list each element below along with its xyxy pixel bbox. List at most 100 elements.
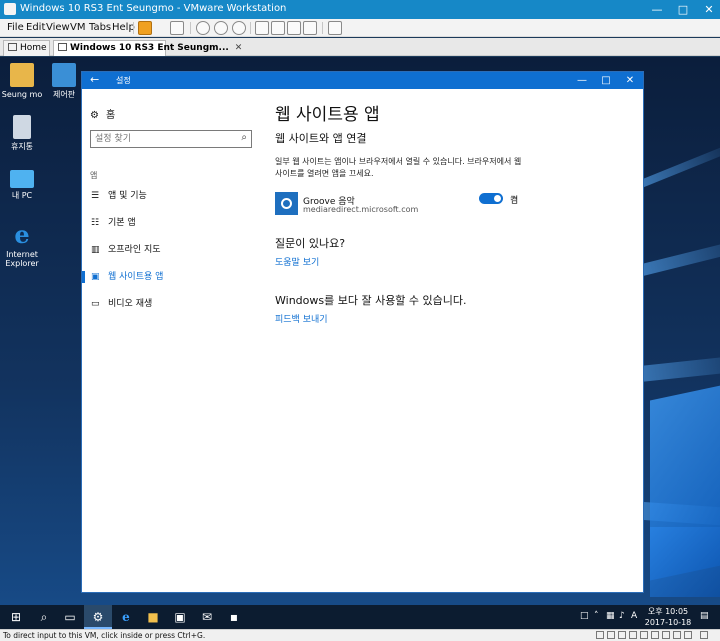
nav-item-apps-features[interactable]: ☰ 앱 및 기능 <box>82 187 257 205</box>
menu-help[interactable]: Help <box>112 22 135 33</box>
internet-explorer-icon: e <box>14 220 30 249</box>
volume-icon[interactable]: ♪ <box>619 611 625 621</box>
tab-home[interactable]: Home✕ <box>3 40 60 56</box>
menu-vm[interactable]: VM <box>70 22 85 33</box>
show-library-icon[interactable] <box>255 21 269 35</box>
section-subheading: 웹 사이트와 앱 연결 <box>275 132 367 145</box>
store-icon[interactable]: ▣ <box>166 605 194 629</box>
desktop-icon-this-pc[interactable]: 내 PC <box>0 170 44 200</box>
offline-maps-icon: ▥ <box>91 245 100 255</box>
clock-date: 2017-10-18 <box>644 618 692 627</box>
menu-view[interactable]: View <box>46 22 70 33</box>
video-playback-icon: ▭ <box>91 299 100 309</box>
full-screen-icon[interactable] <box>287 21 301 35</box>
nav-item-offline-maps[interactable]: ▥ 오프라인 지도 <box>82 241 257 259</box>
help-link[interactable]: 도움말 보기 <box>275 255 319 268</box>
improve-windows-heading: Windows를 보다 잘 사용할 수 있습니다. <box>275 294 467 307</box>
vmware-tab-bar: Home✕ Windows 10 RS3 Ent Seungm...✕ <box>0 38 720 56</box>
task-view-icon[interactable]: ▭ <box>56 605 84 629</box>
message-log-icon[interactable] <box>673 631 681 639</box>
settings-title-bar: ← 설정 — □ ✕ <box>82 72 643 89</box>
default-apps-icon: ☷ <box>91 218 100 228</box>
edge-icon[interactable]: e <box>112 605 140 629</box>
revert-snapshot-icon[interactable] <box>214 21 228 35</box>
display-icon[interactable] <box>662 631 670 639</box>
app-toggle-switch[interactable] <box>479 193 503 204</box>
groove-music-icon <box>275 192 298 215</box>
desktop-icon-user[interactable]: Seung mo <box>0 63 44 99</box>
taskbar-clock[interactable]: 오후 10:05 2017-10-18 <box>642 606 694 628</box>
thumbnail-bar-icon[interactable] <box>271 21 285 35</box>
home-icon <box>8 43 17 51</box>
vmware-app-icon <box>4 3 16 15</box>
app-domain: mediaredirect.microsoft.com <box>303 205 419 214</box>
cd-dvd-icon[interactable] <box>607 631 615 639</box>
control-panel-icon <box>52 63 76 87</box>
back-arrow-icon[interactable]: ← <box>90 73 99 86</box>
notification-center-icon[interactable]: ▤ <box>700 611 709 621</box>
console-view-icon[interactable] <box>328 21 342 35</box>
search-icon[interactable]: ⌕ <box>30 605 58 629</box>
menu-tabs[interactable]: Tabs <box>89 22 111 33</box>
apps-for-websites-icon: ▣ <box>91 272 100 282</box>
maximize-icon[interactable]: □ <box>670 0 696 19</box>
show-hidden-icons-icon[interactable]: ˄ <box>594 611 599 621</box>
command-prompt-icon[interactable]: ▪ <box>220 605 248 629</box>
nav-home[interactable]: ⚙ 홈 <box>90 106 115 121</box>
mail-icon[interactable]: ✉ <box>193 605 221 629</box>
vm-settings-icon[interactable] <box>684 631 692 639</box>
resize-grip-icon <box>700 631 708 639</box>
people-icon[interactable]: □ <box>580 611 589 621</box>
taskbar: ⊞ ⌕ ▭ ⚙ e ■ ▣ ✉ ▪ □ ˄ ▦ ♪ А 오후 10:05 201… <box>0 605 720 629</box>
apps-features-icon: ☰ <box>91 191 100 201</box>
search-icon: ⌕ <box>241 132 247 143</box>
vmware-menu-bar: File Edit View VM Tabs Help <box>0 19 720 37</box>
page-title: 웹 사이트용 앱 <box>275 105 380 125</box>
tab-windows-vm[interactable]: Windows 10 RS3 Ent Seungm... ✕ <box>53 40 242 56</box>
snapshot-icon[interactable] <box>196 21 210 35</box>
clock-time: 오후 10:05 <box>647 607 689 616</box>
recycle-bin-icon <box>13 115 31 139</box>
unity-icon[interactable] <box>303 21 317 35</box>
settings-taskbar-icon[interactable]: ⚙ <box>84 605 112 629</box>
sound-card-icon[interactable] <box>640 631 648 639</box>
file-explorer-icon[interactable]: ■ <box>139 605 167 629</box>
send-ctrl-alt-del-icon[interactable] <box>170 21 184 35</box>
settings-app-title: 설정 <box>116 76 131 85</box>
close-tab-icon[interactable]: ✕ <box>235 43 243 53</box>
status-message: To direct input to this VM, click inside… <box>3 631 206 640</box>
search-input[interactable] <box>91 131 231 147</box>
desktop-icon-internet-explorer[interactable]: e Internet Explorer <box>0 220 44 269</box>
pause-icon[interactable] <box>138 21 152 35</box>
section-label-apps: 앱 <box>90 171 98 180</box>
settings-maximize-icon[interactable]: □ <box>594 72 618 89</box>
nav-item-apps-for-websites[interactable]: ▣ 웹 사이트용 앱 <box>82 268 257 286</box>
feedback-link[interactable]: 피드백 보내기 <box>275 312 328 325</box>
printer-icon[interactable] <box>651 631 659 639</box>
close-icon[interactable]: ✕ <box>696 0 720 19</box>
gear-icon: ⚙ <box>90 110 99 121</box>
usb-icon[interactable] <box>629 631 637 639</box>
nav-item-default-apps[interactable]: ☷ 기본 앱 <box>82 214 257 232</box>
settings-close-icon[interactable]: ✕ <box>618 72 642 89</box>
hard-disk-icon[interactable] <box>596 631 604 639</box>
network-icon[interactable]: ▦ <box>606 611 615 621</box>
question-heading: 질문이 있나요? <box>275 237 346 250</box>
desktop-icon-control-panel[interactable]: 제어판 <box>42 63 86 99</box>
snapshot-manager-icon[interactable] <box>232 21 246 35</box>
network-adapter-icon[interactable] <box>618 631 626 639</box>
menu-file[interactable]: File <box>7 22 24 33</box>
vmware-title-bar: Windows 10 RS3 Ent Seungmo - VMware Work… <box>0 0 720 19</box>
vmware-status-bar: To direct input to this VM, click inside… <box>0 629 720 641</box>
menu-edit[interactable]: Edit <box>26 22 45 33</box>
settings-search[interactable]: ⌕ <box>90 130 252 148</box>
start-icon[interactable]: ⊞ <box>2 605 30 629</box>
input-method-icon[interactable]: А <box>631 611 637 621</box>
this-pc-icon <box>10 170 34 188</box>
desktop-icon-recycle-bin[interactable]: 휴지통 <box>0 115 44 151</box>
settings-minimize-icon[interactable]: — <box>570 72 594 89</box>
nav-item-video-playback[interactable]: ▭ 비디오 재생 <box>82 295 257 313</box>
section-description: 일부 웹 사이트는 앱이나 브라우저에서 열릴 수 있습니다. 브라우저에서 웹… <box>275 157 522 178</box>
settings-window: ← 설정 — □ ✕ ⚙홈 ⌕ 앱 ☰앱 및 기능 ☷기본 앱 ▥오프라인 지도… <box>82 72 643 592</box>
minimize-icon[interactable]: — <box>644 0 670 19</box>
